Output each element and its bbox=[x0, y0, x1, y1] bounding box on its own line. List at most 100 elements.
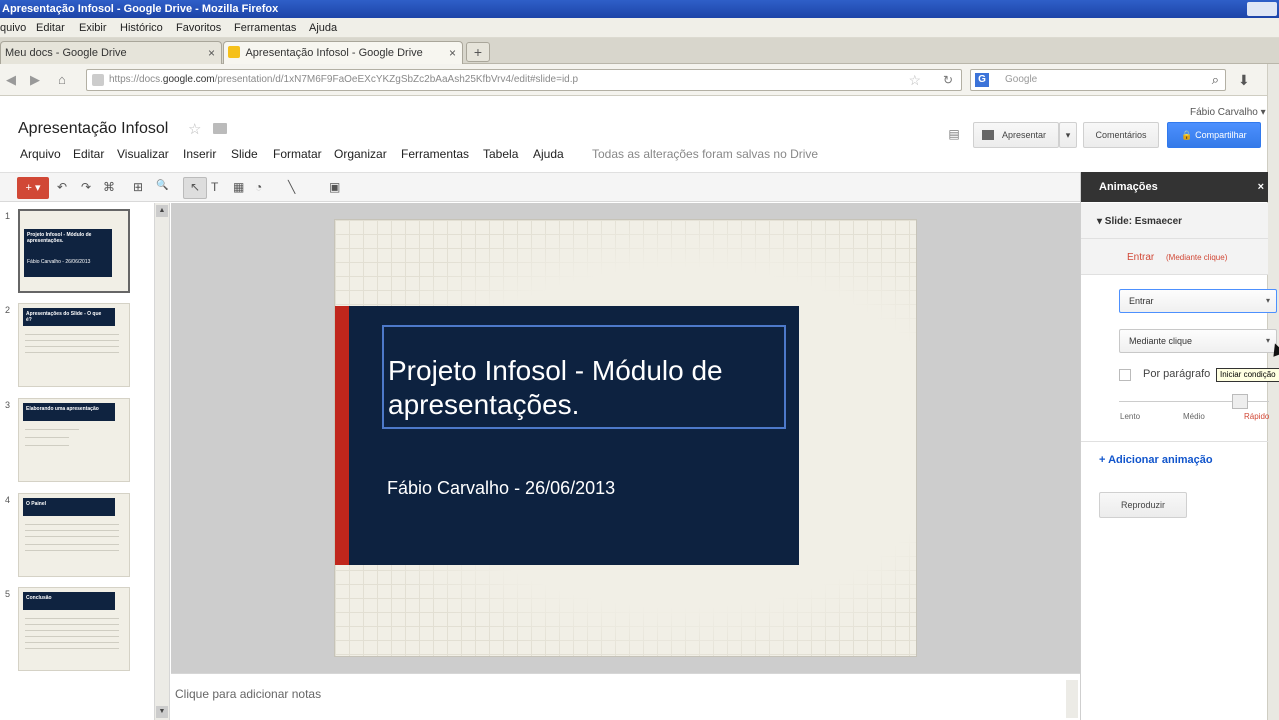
page-scrollbar[interactable] bbox=[1267, 64, 1279, 720]
select-icon[interactable]: ↖ bbox=[190, 180, 200, 194]
speaker-notes[interactable]: Clique para adicionar notas bbox=[171, 673, 1080, 720]
browser-tab-strip: Meu docs - Google Drive × Apresentação I… bbox=[0, 38, 1279, 65]
textbox-icon[interactable]: T bbox=[211, 180, 218, 194]
slide-thumbnail-5[interactable]: Conclusão bbox=[18, 587, 130, 671]
shape-icon[interactable]: ◔ bbox=[255, 180, 262, 194]
comments-icon[interactable]: ▤ bbox=[944, 122, 964, 148]
menu-arquivo[interactable]: Arquivo bbox=[20, 147, 61, 161]
menu-tabela[interactable]: Tabela bbox=[483, 147, 518, 161]
slides-favicon-icon bbox=[228, 46, 240, 58]
slide-filmstrip: 1 Projeto Infosol - Módulo de apresentaç… bbox=[0, 203, 155, 720]
browser-menu-tools[interactable]: Ferramentas bbox=[234, 22, 296, 34]
redo-icon[interactable]: ↷ bbox=[81, 180, 91, 194]
slide-number: 4 bbox=[5, 495, 11, 505]
by-paragraph-label: Por parágrafo bbox=[1143, 368, 1211, 380]
scroll-down-icon[interactable]: ▼ bbox=[156, 706, 168, 718]
window-controls[interactable] bbox=[1247, 2, 1277, 16]
new-tab-button[interactable]: + bbox=[466, 42, 490, 62]
menu-editar[interactable]: Editar bbox=[73, 147, 104, 161]
reload-icon[interactable]: ↻ bbox=[943, 73, 953, 87]
menu-formatar[interactable]: Formatar bbox=[273, 147, 322, 161]
slide-thumbnail-1[interactable]: Projeto Infosol - Módulo de apresentaçõe… bbox=[18, 209, 130, 293]
google-search-engine-icon[interactable]: G bbox=[975, 73, 989, 87]
slide-subtitle[interactable]: Fábio Carvalho - 26/06/2013 bbox=[387, 478, 615, 499]
current-slide[interactable]: Projeto Infosol - Módulo de apresentaçõe… bbox=[334, 219, 917, 657]
animation-trigger: (Mediante clique) bbox=[1166, 253, 1228, 262]
browser-menu-view[interactable]: Exibir bbox=[79, 22, 107, 34]
present-icon bbox=[982, 130, 994, 140]
browser-tab-my-docs[interactable]: Meu docs - Google Drive × bbox=[0, 41, 222, 64]
back-icon[interactable]: ◀ bbox=[6, 72, 16, 88]
present-button[interactable]: Apresentar bbox=[973, 122, 1059, 148]
slide-thumbnail-4[interactable]: O Painel bbox=[18, 493, 130, 577]
bookmark-star-icon[interactable]: ☆ bbox=[908, 72, 921, 89]
play-button[interactable]: Reproduzir bbox=[1099, 492, 1187, 518]
menu-inserir[interactable]: Inserir bbox=[183, 147, 216, 161]
menu-ferramentas[interactable]: Ferramentas bbox=[401, 147, 469, 161]
paint-format-icon[interactable]: ⌘ bbox=[103, 180, 115, 194]
speed-slider-handle[interactable] bbox=[1232, 394, 1248, 409]
speed-slow-label: Lento bbox=[1120, 412, 1141, 421]
present-options-button[interactable]: ▾ bbox=[1059, 122, 1077, 148]
menu-ajuda[interactable]: Ajuda bbox=[533, 147, 564, 161]
star-icon[interactable]: ☆ bbox=[188, 120, 201, 138]
slide-number: 1 bbox=[5, 211, 11, 221]
home-icon[interactable]: ⌂ bbox=[58, 72, 66, 87]
share-button[interactable]: 🔒 Compartilhar bbox=[1167, 122, 1261, 148]
effect-select[interactable]: Entrar ▾ bbox=[1119, 289, 1277, 313]
tooltip: Iniciar condição bbox=[1216, 368, 1279, 382]
forward-icon[interactable]: ▶ bbox=[30, 72, 40, 88]
search-placeholder: Google bbox=[1005, 74, 1038, 85]
filmstrip-scrollbar[interactable]: ▲ ▼ bbox=[155, 203, 170, 720]
comment-icon[interactable]: ▣ bbox=[329, 180, 340, 194]
chevron-down-icon: ▾ bbox=[1265, 336, 1270, 345]
line-icon[interactable]: ╲ bbox=[288, 180, 295, 194]
menu-slide[interactable]: Slide bbox=[231, 147, 258, 161]
search-bar[interactable]: G Google ⌕ bbox=[970, 69, 1226, 91]
close-icon[interactable]: × bbox=[1258, 172, 1264, 202]
search-icon[interactable]: ⌕ bbox=[1212, 72, 1219, 88]
zoom-fit-icon[interactable]: ⊞ bbox=[133, 180, 143, 194]
window-title: Apresentação Infosol - Google Drive - Mo… bbox=[2, 3, 279, 15]
notes-placeholder: Clique para adicionar notas bbox=[175, 687, 322, 701]
slide-thumbnail-3[interactable]: Elaborando uma apresentação bbox=[18, 398, 130, 482]
close-tab-icon[interactable]: × bbox=[449, 42, 456, 64]
address-bar[interactable]: https://docs.google.com/presentation/d/1… bbox=[86, 69, 962, 91]
url-text[interactable]: https://docs.google.com/presentation/d/1… bbox=[109, 74, 578, 85]
save-status: Todas as alterações foram salvas no Driv… bbox=[592, 147, 819, 161]
animation-item[interactable]: Entrar (Mediante clique) bbox=[1081, 239, 1268, 275]
add-animation-link[interactable]: + Adicionar animação bbox=[1099, 454, 1213, 466]
folder-icon[interactable] bbox=[213, 123, 227, 134]
scroll-up-icon[interactable]: ▲ bbox=[156, 205, 168, 217]
animations-header: Animações × bbox=[1081, 172, 1268, 202]
comments-button[interactable]: Comentários bbox=[1083, 122, 1159, 148]
slide-transition-row[interactable]: ▾ Slide: Esmaecer bbox=[1081, 203, 1268, 239]
zoom-icon[interactable]: 🔍 bbox=[156, 180, 168, 191]
browser-menu-history[interactable]: Histórico bbox=[120, 22, 163, 34]
image-icon[interactable]: ▦ bbox=[233, 180, 244, 194]
close-tab-icon[interactable]: × bbox=[208, 42, 215, 64]
slide-title[interactable]: Projeto Infosol - Módulo de apresentaçõe… bbox=[388, 354, 768, 422]
slide-thumbnail-2[interactable]: Apresentações do Slide - O que é? bbox=[18, 303, 130, 387]
by-paragraph-checkbox[interactable] bbox=[1119, 369, 1131, 381]
undo-icon[interactable]: ↶ bbox=[57, 180, 67, 194]
download-icon[interactable]: ⬇ bbox=[1238, 72, 1250, 89]
browser-menu-file[interactable]: quivo bbox=[0, 22, 26, 34]
chevron-down-icon: ▾ bbox=[1265, 296, 1270, 305]
browser-menu-edit[interactable]: Editar bbox=[36, 22, 65, 34]
speed-medium-label: Médio bbox=[1183, 412, 1205, 421]
browser-tab-presentation[interactable]: Apresentação Infosol - Google Drive × bbox=[223, 41, 463, 65]
site-identity-icon[interactable] bbox=[92, 74, 104, 86]
slide-number: 3 bbox=[5, 400, 11, 410]
menu-organizar[interactable]: Organizar bbox=[334, 147, 387, 161]
user-account[interactable]: Fábio Carvalho ▾ bbox=[1190, 107, 1266, 118]
document-title[interactable]: Apresentação Infosol bbox=[18, 120, 168, 138]
notes-scrollbar[interactable] bbox=[1066, 680, 1078, 718]
menu-visualizar[interactable]: Visualizar bbox=[117, 147, 169, 161]
new-slide-button[interactable]: + ▾ bbox=[17, 177, 49, 199]
browser-menu-bookmarks[interactable]: Favoritos bbox=[176, 22, 221, 34]
animation-effect: Entrar bbox=[1127, 252, 1155, 263]
slide-accent-bar bbox=[335, 306, 349, 565]
browser-menu-help[interactable]: Ajuda bbox=[309, 22, 337, 34]
trigger-select[interactable]: Mediante clique ▾ bbox=[1119, 329, 1277, 353]
